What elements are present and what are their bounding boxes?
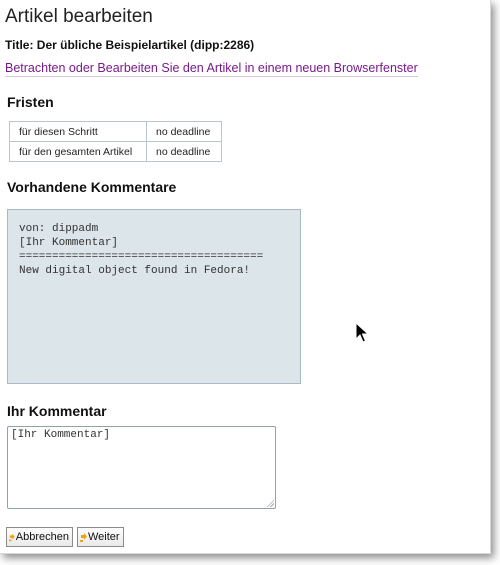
deadline-value: no deadline <box>146 141 222 162</box>
deadline-label: für den gesamten Artikel <box>9 141 147 162</box>
next-button-label: Weiter <box>88 531 120 543</box>
arrow-icon <box>80 532 87 542</box>
next-button[interactable]: Weiter <box>77 527 124 547</box>
deadline-value: no deadline <box>146 121 222 142</box>
cancel-button-label: Abbrechen <box>15 531 69 543</box>
existing-comments-heading: Vorhandene Kommentare <box>7 179 177 195</box>
your-comment-heading: Ihr Kommentar <box>7 403 107 419</box>
table-row: für diesen Schritt no deadline <box>9 121 222 142</box>
browser-window: Artikel bearbeiten Title: Der übliche Be… <box>0 0 491 554</box>
arrow-icon <box>9 533 15 541</box>
deadlines-table: für diesen Schritt no deadline für den g… <box>9 121 222 162</box>
article-title: Title: Der übliche Beispielartikel (dipp… <box>5 38 255 52</box>
table-row: für den gesamten Artikel no deadline <box>9 141 222 162</box>
existing-comments-box: von: dippadm [Ihr Kommentar] ===========… <box>7 209 301 384</box>
resize-grip-icon[interactable] <box>266 499 274 507</box>
deadlines-heading: Fristen <box>7 94 54 110</box>
page-title: Artikel bearbeiten <box>5 6 153 27</box>
open-article-link[interactable]: Betrachten oder Bearbeiten Sie den Artik… <box>5 61 418 77</box>
deadline-label: für diesen Schritt <box>9 121 147 142</box>
cancel-button[interactable]: Abbrechen <box>6 527 73 547</box>
comment-textarea[interactable] <box>7 426 276 509</box>
mouse-pointer-icon <box>355 322 369 343</box>
